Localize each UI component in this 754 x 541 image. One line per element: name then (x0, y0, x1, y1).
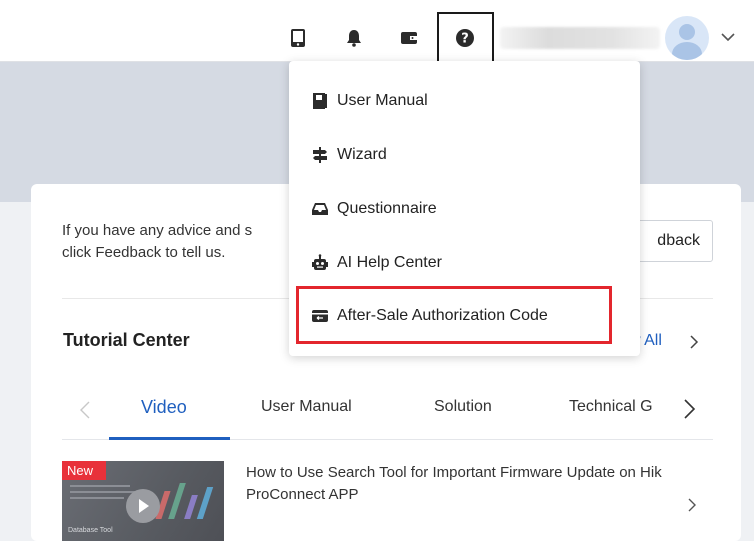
highlight-box (296, 286, 612, 344)
robot-icon (310, 253, 330, 273)
book-icon (310, 91, 330, 111)
wallet-icon[interactable] (398, 27, 420, 49)
tab-solution[interactable]: Solution (434, 398, 492, 416)
user-name-blurred[interactable] (500, 27, 660, 49)
new-badge: New (62, 461, 106, 480)
menu-item-wizard[interactable]: Wizard (310, 140, 387, 170)
menu-item-ai-help-center[interactable]: AI Help Center (310, 248, 442, 278)
video-title[interactable]: How to Use Search Tool for Important Fir… (246, 462, 666, 506)
top-bar: ? (0, 0, 754, 62)
chevron-right-icon[interactable] (688, 334, 700, 350)
chevron-down-icon[interactable] (719, 30, 737, 44)
tablet-icon[interactable] (287, 27, 309, 49)
avatar[interactable] (665, 16, 709, 60)
feedback-text: If you have any advice and s click Feedb… (62, 222, 253, 261)
thumbnail-caption: Database Tool (68, 527, 113, 534)
help-icon: ? (454, 27, 476, 49)
tabs-prev-icon[interactable] (79, 400, 91, 420)
chevron-right-icon[interactable] (687, 497, 697, 513)
tutorial-center-title: Tutorial Center (63, 330, 190, 350)
menu-item-user-manual[interactable]: User Manual (310, 86, 428, 116)
tabs-next-icon[interactable] (682, 398, 696, 420)
signpost-icon (310, 145, 330, 165)
tab-technical-guide[interactable]: Technical G (567, 394, 677, 422)
tab-video[interactable]: Video (141, 397, 187, 418)
svg-text:?: ? (461, 32, 469, 47)
tab-user-manual[interactable]: User Manual (261, 398, 352, 416)
active-tab-indicator (109, 437, 230, 440)
help-button[interactable]: ? (437, 12, 494, 62)
bell-icon[interactable] (343, 27, 365, 49)
feedback-button-label: dback (657, 232, 700, 249)
menu-item-questionnaire[interactable]: Questionnaire (310, 194, 437, 224)
play-icon[interactable] (126, 489, 160, 523)
inbox-icon (310, 199, 330, 219)
